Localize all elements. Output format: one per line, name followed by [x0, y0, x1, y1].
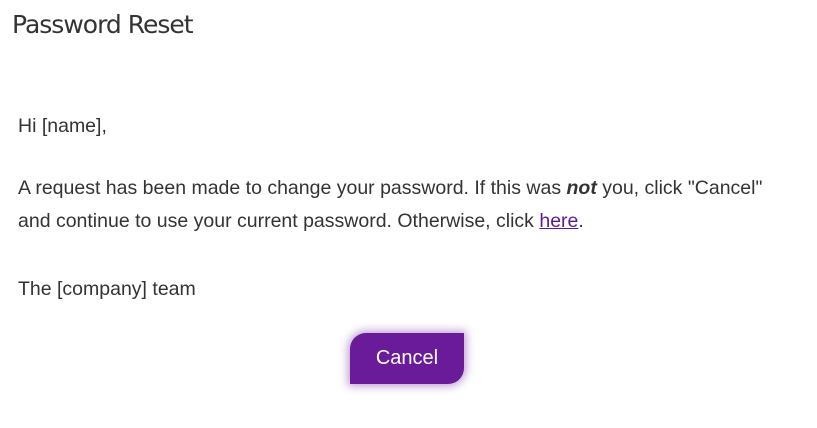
- signoff-text: The [company] team: [18, 278, 196, 300]
- page-title: Password Reset: [12, 10, 194, 39]
- message-text-end: .: [578, 210, 584, 232]
- message-paragraph: A request has been made to change your p…: [18, 172, 798, 238]
- here-link[interactable]: here: [539, 210, 578, 232]
- greeting-text: Hi [name],: [18, 115, 107, 137]
- cancel-button[interactable]: Cancel: [350, 333, 464, 384]
- message-text-part1: A request has been made to change your p…: [18, 177, 567, 199]
- message-emphasis: not: [566, 177, 597, 199]
